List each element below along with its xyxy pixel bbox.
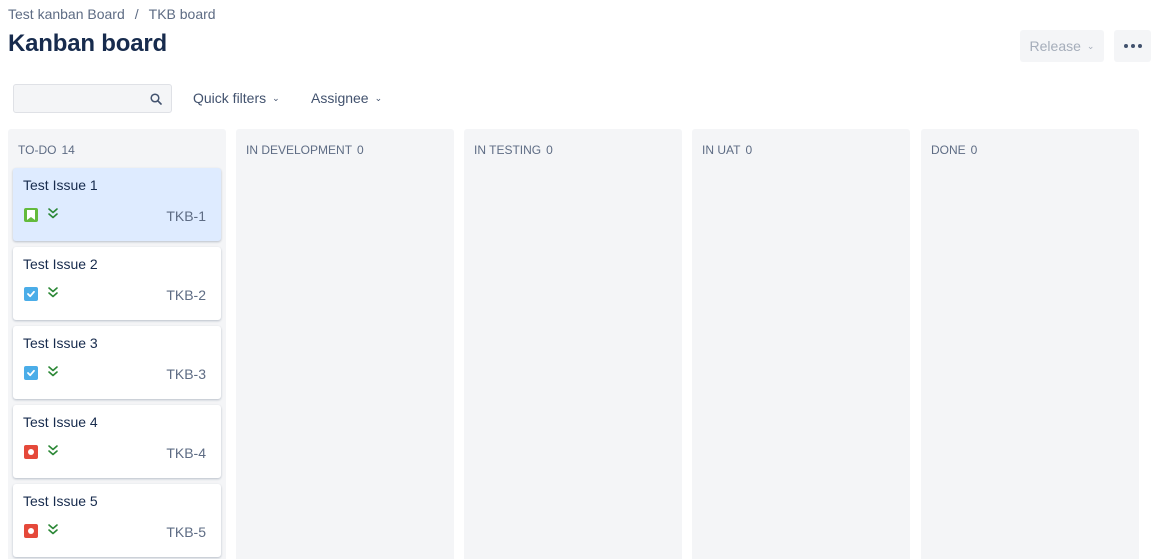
chevron-down-icon: ⌄ — [1086, 40, 1095, 51]
release-label: Release — [1029, 38, 1081, 54]
issue-key[interactable]: TKB-3 — [166, 366, 206, 382]
assignee-dropdown[interactable]: Assignee ⌄ — [311, 86, 382, 110]
issue-card[interactable]: Test Issue 5 TKB-5 — [13, 484, 221, 557]
issue-key[interactable]: TKB-2 — [166, 287, 206, 303]
column-count: 0 — [745, 143, 753, 157]
chevron-down-icon: ⌄ — [272, 92, 280, 103]
issue-key[interactable]: TKB-4 — [166, 445, 206, 461]
breadcrumb-separator: / — [134, 6, 139, 22]
release-button[interactable]: Release ⌄ — [1020, 30, 1104, 62]
more-icon — [1130, 44, 1135, 48]
more-actions-button[interactable] — [1114, 30, 1151, 62]
issue-card[interactable]: Test Issue 1 TKB-1 — [13, 168, 221, 241]
bug-icon — [24, 524, 38, 538]
task-icon — [24, 366, 38, 380]
lowest-priority-icon — [48, 287, 58, 298]
lowest-priority-icon — [48, 524, 58, 535]
issue-card[interactable]: Test Issue 2 TKB-2 — [13, 247, 221, 320]
column-count: 0 — [357, 143, 364, 157]
column-count: 0 — [970, 143, 978, 157]
issue-title: Test Issue 2 — [23, 256, 98, 272]
column-count: 14 — [61, 143, 75, 157]
column-name: IN UAT — [702, 143, 741, 157]
breadcrumb-board-link[interactable]: TKB board — [149, 6, 216, 22]
column-name: IN TESTING — [474, 143, 542, 157]
task-icon — [24, 287, 38, 301]
column-done: DONE 0 — [921, 129, 1139, 559]
column-count: 0 — [546, 143, 553, 157]
more-icon — [1137, 44, 1142, 48]
search-icon — [150, 93, 162, 105]
page-title: Kanban board — [8, 30, 167, 57]
issue-title: Test Issue 4 — [23, 414, 98, 430]
issue-card[interactable]: Test Issue 3 TKB-3 — [13, 326, 221, 399]
quick-filters-dropdown[interactable]: Quick filters ⌄ — [193, 86, 280, 110]
search-field[interactable] — [13, 84, 172, 113]
column-header: IN DEVELOPMENT 0 — [246, 143, 364, 157]
column-header: IN UAT 0 — [702, 143, 752, 157]
chevron-down-icon: ⌄ — [374, 92, 383, 103]
column-name: DONE — [931, 143, 966, 157]
column-in-uat: IN UAT 0 — [692, 129, 910, 559]
column-in-development: IN DEVELOPMENT 0 — [236, 129, 454, 559]
column-header: IN TESTING 0 — [474, 143, 553, 157]
breadcrumb: Test kanban Board / TKB board — [8, 6, 216, 22]
issue-key[interactable]: TKB-1 — [166, 208, 206, 224]
assignee-label: Assignee — [311, 90, 369, 106]
issue-card[interactable]: Test Issue 4 TKB-4 — [13, 405, 221, 478]
column-header: DONE 0 — [931, 143, 977, 157]
issue-title: Test Issue 1 — [23, 177, 98, 193]
bug-icon — [24, 445, 38, 459]
search-input[interactable] — [14, 85, 144, 112]
lowest-priority-icon — [48, 366, 58, 377]
story-icon — [24, 208, 38, 222]
column-header: TO-DO 14 — [18, 143, 75, 157]
more-icon — [1123, 44, 1128, 48]
lowest-priority-icon — [48, 445, 58, 456]
column-in-testing: IN TESTING 0 — [464, 129, 682, 559]
quick-filters-label: Quick filters — [193, 90, 267, 106]
breadcrumb-project-link[interactable]: Test kanban Board — [8, 6, 125, 22]
issue-key[interactable]: TKB-5 — [166, 524, 206, 540]
issue-title: Test Issue 5 — [23, 493, 98, 509]
issue-title: Test Issue 3 — [23, 335, 98, 351]
column-name: TO-DO — [18, 143, 57, 157]
column-name: IN DEVELOPMENT — [246, 143, 353, 157]
lowest-priority-icon — [48, 208, 58, 219]
